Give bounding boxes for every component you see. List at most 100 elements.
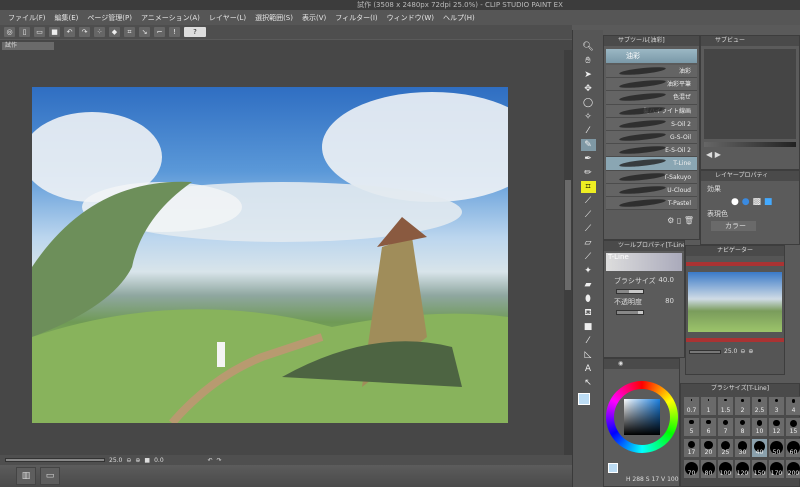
navigator-zoom-slider[interactable] xyxy=(689,349,721,354)
ruler-icon[interactable]: ◺ xyxy=(581,349,596,361)
navigator-zoom-in-icon[interactable]: ⊕ xyxy=(748,348,753,355)
brush-size-preset[interactable]: 30 xyxy=(734,438,751,458)
eraser-icon[interactable]: ▱ xyxy=(581,237,596,249)
main-color-swatch[interactable] xyxy=(578,393,590,405)
subtool-item[interactable]: T-Pastel xyxy=(606,196,697,211)
zoom-in-icon[interactable]: ⊕ xyxy=(135,457,140,464)
color-swatches[interactable] xyxy=(573,391,603,419)
subview-display[interactable] xyxy=(704,49,796,139)
pen-icon[interactable]: ✒︎ xyxy=(581,153,596,165)
brush-size-preset[interactable]: 4 xyxy=(785,396,800,416)
move-layer-icon[interactable]: ✥ xyxy=(581,83,596,95)
help-icon[interactable]: ? xyxy=(184,27,206,37)
snap-grid-icon[interactable]: ! xyxy=(169,27,180,37)
fill-tool-icon[interactable]: ⬮ xyxy=(581,293,596,305)
brush-size-preset[interactable]: 70 xyxy=(683,459,700,479)
frame-icon[interactable]: ⁄ xyxy=(581,335,596,347)
brush-size-preset[interactable]: 6 xyxy=(700,417,717,437)
rotate-right-icon[interactable]: ↷ xyxy=(217,457,222,464)
pencil-icon[interactable]: ✏︎ xyxy=(581,167,596,179)
subtool-item[interactable]: 髪ハイライト線画 xyxy=(606,104,697,118)
zoom-slider[interactable] xyxy=(5,458,105,462)
brush-size-preset[interactable]: 170 xyxy=(768,459,785,479)
eyedropper-icon[interactable]: ⁄ xyxy=(581,125,596,137)
transform-icon[interactable]: ⌗ xyxy=(124,27,135,37)
subtool-group-tab[interactable]: 油彩 xyxy=(606,49,697,63)
snap-ruler-icon[interactable]: ↘ xyxy=(139,27,150,37)
brush-size-value[interactable]: 40.0 xyxy=(658,276,674,286)
bucket-icon[interactable]: ⛾ xyxy=(581,307,596,319)
brush-size-preset[interactable]: 60 xyxy=(785,438,800,458)
sparkle-icon[interactable]: ✦ xyxy=(581,265,596,277)
subtool-item[interactable]: S-Oil 2 xyxy=(606,117,697,131)
auto-select-icon[interactable]: ✧ xyxy=(581,111,596,123)
zoom-tool-icon[interactable]: 🔍︎ xyxy=(581,41,596,53)
brush-size-preset[interactable]: 40 xyxy=(751,438,768,458)
menu-item[interactable]: アニメーション(A) xyxy=(141,13,200,23)
gradient-icon[interactable]: ■ xyxy=(581,321,596,333)
brush-size-preset[interactable]: 3 xyxy=(768,396,785,416)
new-file-icon[interactable]: ▯ xyxy=(19,27,30,37)
blend-icon[interactable]: ⟋ xyxy=(581,251,596,263)
text-tool-icon[interactable]: A xyxy=(581,363,596,375)
fill-icon[interactable]: ◆ xyxy=(109,27,120,37)
save-icon[interactable]: ■ xyxy=(49,27,60,37)
subtool-item[interactable]: G-S-Oil xyxy=(606,130,697,145)
subtool-item[interactable]: E-S-Oil 2 xyxy=(606,144,697,158)
animation-cels-icon[interactable]: ▭ xyxy=(40,467,60,485)
timeline-icon[interactable]: ▥ xyxy=(16,467,36,485)
decoration-icon[interactable]: ⟋ xyxy=(581,223,596,235)
subview-slider[interactable] xyxy=(704,142,796,147)
vertical-scrollbar[interactable] xyxy=(564,50,572,455)
hue-ring[interactable] xyxy=(606,381,678,453)
clear-selection-icon[interactable]: ⁘ xyxy=(94,27,105,37)
settings-icon[interactable]: ⚙ xyxy=(667,216,674,225)
scroll-thumb[interactable] xyxy=(565,180,571,290)
undo-icon[interactable]: ↶ xyxy=(64,27,75,37)
brush-size-preset[interactable]: 150 xyxy=(751,459,768,479)
brush-size-preset[interactable]: 15 xyxy=(785,417,800,437)
subtool-item[interactable]: 油彩 xyxy=(606,65,697,79)
oil-brush-icon[interactable]: ✎ xyxy=(580,139,596,151)
airbrush-icon[interactable]: ⟋ xyxy=(581,209,596,221)
brush-icon[interactable]: ⟋ xyxy=(581,195,596,207)
brush-size-preset[interactable]: 17 xyxy=(683,438,700,458)
opacity-value[interactable]: 80 xyxy=(665,297,674,307)
brush-size-preset[interactable]: 8 xyxy=(734,417,751,437)
brush-size-preset[interactable]: 1.5 xyxy=(717,396,734,416)
navigator-zoom-out-icon[interactable]: ⊖ xyxy=(740,348,745,355)
brush-size-preset[interactable]: 5 xyxy=(683,417,700,437)
rotate-left-icon[interactable]: ↶ xyxy=(208,457,213,464)
brush-size-preset[interactable]: 1 xyxy=(700,396,717,416)
main-color[interactable] xyxy=(608,463,618,473)
subtool-item[interactable]: T-Line xyxy=(606,157,697,171)
brush-size-preset[interactable]: 20 xyxy=(700,438,717,458)
document-tab[interactable]: 試作 xyxy=(2,42,54,50)
brush-size-preset[interactable]: 50 xyxy=(768,438,785,458)
zoom-out-icon[interactable]: ⊖ xyxy=(126,457,131,464)
hand-tool-icon[interactable]: ✋︎ xyxy=(581,55,596,67)
brush-size-preset[interactable]: 80 xyxy=(700,459,717,479)
menu-item[interactable]: フィルター(I) xyxy=(335,13,377,23)
brush-size-preset[interactable]: 12 xyxy=(768,417,785,437)
menu-item[interactable]: ページ管理(P) xyxy=(87,13,132,23)
brush-size-preset[interactable]: 25 xyxy=(717,438,734,458)
delete-icon[interactable]: 🗑︎ xyxy=(684,216,694,225)
balloon-icon[interactable]: ↖ xyxy=(581,377,596,389)
lasso-icon[interactable]: ◯ xyxy=(581,97,596,109)
canvas-artwork[interactable] xyxy=(32,87,508,423)
brush-size-preset[interactable]: 2.5 xyxy=(751,396,768,416)
menu-item[interactable]: レイヤー(L) xyxy=(209,13,246,23)
brush-size-preset[interactable]: 10 xyxy=(751,417,768,437)
snap-special-ruler-icon[interactable]: ⌐ xyxy=(154,27,165,37)
menu-item[interactable]: 編集(E) xyxy=(55,13,79,23)
effect-buttons[interactable]: ● ● ▩ ■ xyxy=(701,197,799,207)
subtool-item[interactable]: T-Sakuyo xyxy=(606,170,697,184)
opacity-slider[interactable] xyxy=(616,310,644,315)
copy-subtool-icon[interactable]: ▯ xyxy=(677,216,681,225)
brush-size-preset[interactable]: 7 xyxy=(717,417,734,437)
fit-icon[interactable]: ■ xyxy=(144,457,150,464)
clip-studio-icon[interactable]: ◎ xyxy=(4,27,15,37)
brush-size-preset[interactable]: 2 xyxy=(734,396,751,416)
brush-size-preset[interactable]: 0.7 xyxy=(683,396,700,416)
